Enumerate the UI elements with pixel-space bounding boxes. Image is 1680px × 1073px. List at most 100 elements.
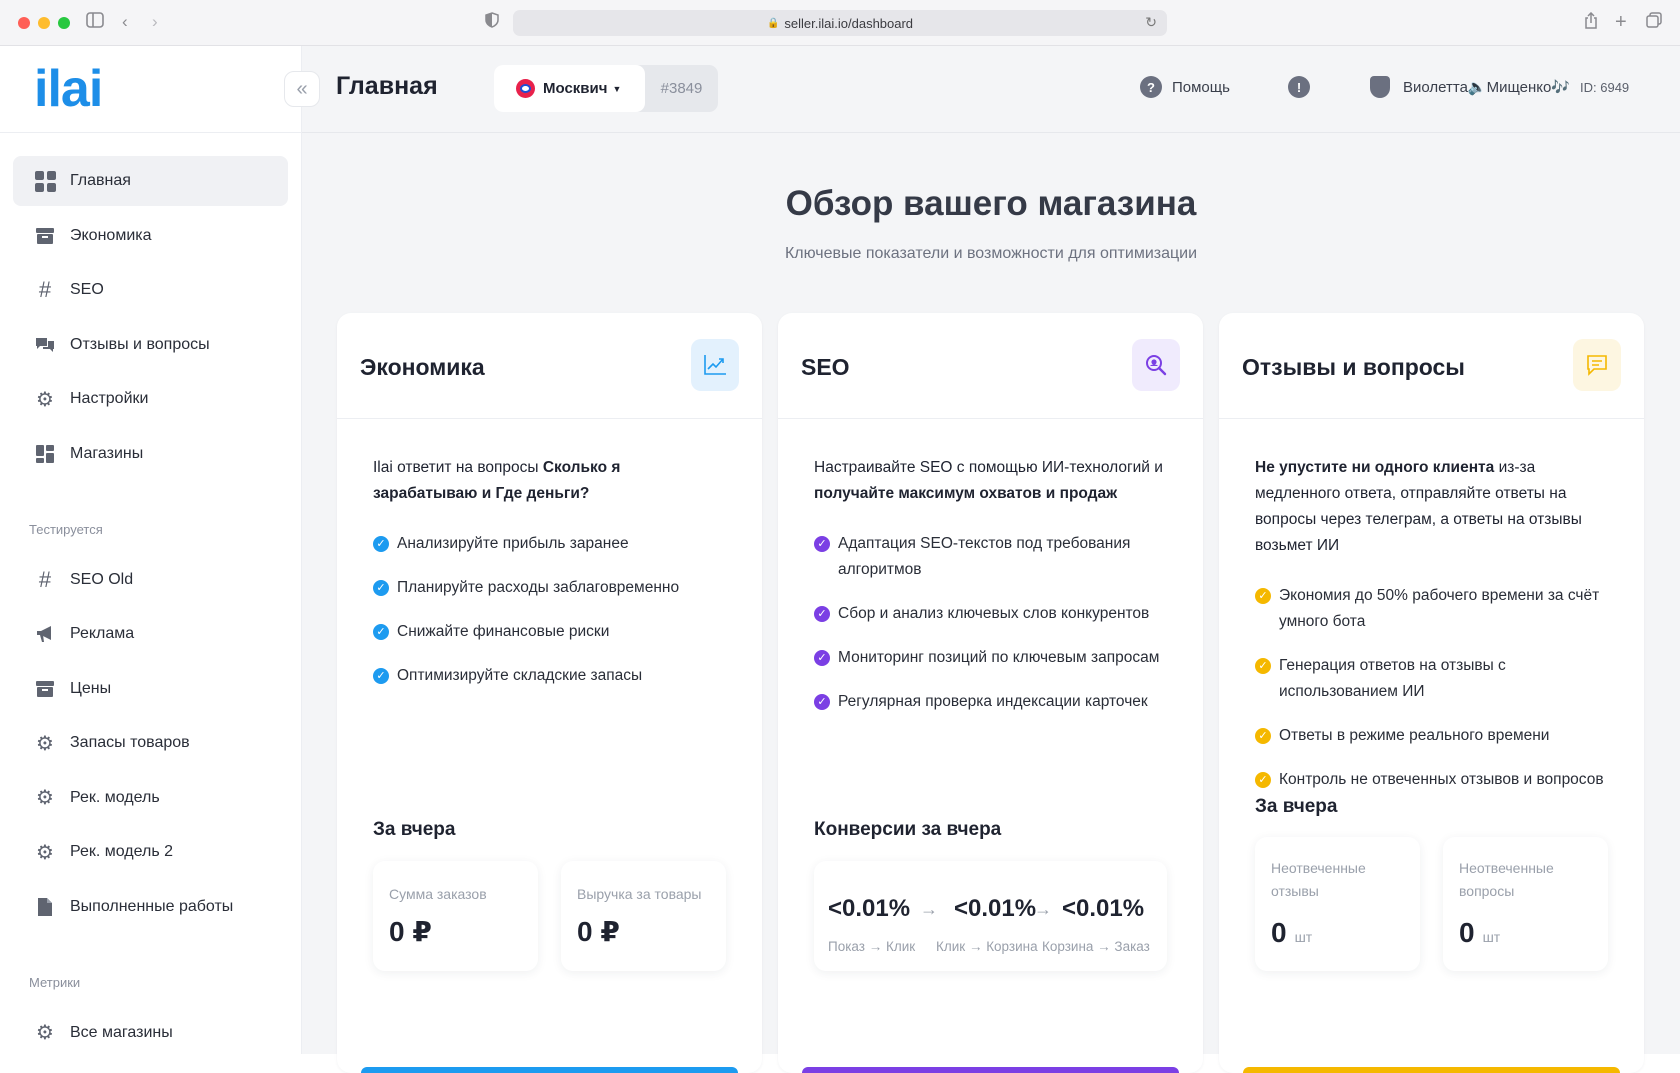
sidebar-item-rec-model[interactable]: ⚙ Рек. модель <box>13 773 288 823</box>
sidebar-toggle-icon[interactable] <box>86 12 104 33</box>
check-icon: ✓ <box>1255 772 1271 788</box>
seo-card-button[interactable] <box>802 1067 1179 1073</box>
sidebar-item-rec-model-2[interactable]: ⚙ Рек. модель 2 <box>13 827 288 877</box>
intro-text: Ilai ответит на вопросы <box>373 459 543 476</box>
chart-trend-icon[interactable] <box>691 339 739 391</box>
hash-icon: # <box>38 277 52 302</box>
sidebar-item-stock[interactable]: ⚙ Запасы товаров <box>13 718 288 768</box>
sidebar-item-stores[interactable]: Магазины <box>13 429 288 479</box>
window-controls <box>18 17 70 29</box>
minimize-window-button[interactable] <box>38 17 50 29</box>
stat-label: Выручка за товары <box>577 886 702 902</box>
gear-icon: ⚙ <box>36 388 54 411</box>
stat-value: 0 шт <box>1271 917 1312 949</box>
unanswered-reviews-stat: Неотвеченные отзывы 0 шт <box>1255 837 1420 971</box>
megaphone-icon <box>34 623 56 645</box>
sidebar-item-reviews[interactable]: Отзывы и вопросы <box>13 320 288 370</box>
document-icon <box>34 896 56 918</box>
check-icon: ✓ <box>814 694 830 710</box>
sidebar: ilai Главная Экономика # SEO Отзывы и во… <box>0 46 302 1054</box>
share-icon[interactable] <box>1584 11 1598 34</box>
section-label-testing: Тестируется <box>29 521 103 537</box>
stat-label: Сумма заказов <box>389 886 487 902</box>
stat-number: 0 <box>1271 917 1287 948</box>
logo-area: ilai <box>0 46 301 133</box>
forward-icon[interactable]: › <box>152 12 158 32</box>
collapse-sidebar-button[interactable]: « <box>284 71 320 107</box>
list-item: ✓ Адаптация SEO-текстов под требования ал… <box>814 531 1167 583</box>
message-icon[interactable] <box>1573 339 1621 391</box>
main-content: « Главная Москвич ▼ #3849 ? Помощь ! Вио… <box>284 46 1680 1073</box>
feature-text: Генерация ответов на отзывы с использова… <box>1279 657 1506 700</box>
search-icon[interactable] <box>1132 339 1180 391</box>
revenue-stat: Выручка за товары 0 ₽ <box>561 861 726 971</box>
close-window-button[interactable] <box>18 17 30 29</box>
maximize-window-button[interactable] <box>58 17 70 29</box>
sidebar-item-label: Экономика <box>70 226 152 244</box>
sidebar-item-completed-work[interactable]: Выполненные работы <box>13 882 288 932</box>
sidebar-item-ads[interactable]: Реклама <box>13 609 288 659</box>
sidebar-item-all-stores[interactable]: ⚙ Все магазины <box>13 1008 288 1058</box>
sidebar-item-label: Главная <box>70 172 131 189</box>
conversion-value: <0.01% <box>1062 895 1145 922</box>
sidebar-item-settings[interactable]: ⚙ Настройки <box>13 374 288 424</box>
help-button[interactable]: ? Помощь <box>1140 76 1230 98</box>
intro-emphasis: Не упустите ни одного клиента <box>1255 459 1495 476</box>
card-intro: Не упустите ни одного клиента из-за медл… <box>1255 455 1608 559</box>
tabs-overview-icon[interactable] <box>1646 12 1662 33</box>
list-item: ✓ Оптимизируйте складские запасы <box>373 663 726 689</box>
section-title: За вчера <box>1255 796 1338 817</box>
sidebar-item-seo-old[interactable]: # SEO Old <box>13 555 288 605</box>
sidebar-item-label: Запасы товаров <box>70 734 190 751</box>
section-title: Конверсии за вчера <box>814 819 1002 840</box>
conversion-label: Показ → Клик <box>828 939 916 954</box>
user-menu[interactable]: Виолетта🔈Мищенко🎶 ID: 6949 <box>1370 76 1629 98</box>
address-bar[interactable]: 🔒 seller.ilai.io/dashboard ↻ <box>513 10 1167 36</box>
stat-label: Неотвеченные отзывы <box>1271 860 1366 899</box>
stat-value: 0 шт <box>1459 917 1500 949</box>
top-bar: « Главная Москвич ▼ #3849 ? Помощь ! Вио… <box>284 46 1680 133</box>
sidebar-item-economics[interactable]: Экономика <box>13 211 288 261</box>
stat-value: 0 ₽ <box>389 916 432 947</box>
user-name: Виолетта🔈Мищенко🎶 <box>1403 79 1571 96</box>
url-text: seller.ilai.io/dashboard <box>784 15 914 31</box>
check-icon: ✓ <box>1255 588 1271 604</box>
list-item: ✓ Ответы в режиме реального времени <box>1255 723 1608 749</box>
check-icon: ✓ <box>814 650 830 666</box>
reviews-card-button[interactable] <box>1243 1067 1620 1073</box>
notifications-button[interactable]: ! <box>1288 76 1320 98</box>
back-icon[interactable]: ‹ <box>122 12 128 32</box>
sidebar-item-seo[interactable]: # SEO <box>13 265 288 315</box>
gear-icon: ⚙ <box>36 1022 54 1044</box>
chat-icon <box>34 334 56 356</box>
section-title: За вчера <box>373 819 456 840</box>
conversions-panel: <0.01% → <0.01% → <0.01% Показ → Клик Кл… <box>814 861 1167 971</box>
feature-text: Снижайте финансовые риски <box>397 623 610 640</box>
economics-card-button[interactable] <box>361 1067 738 1073</box>
caret-down-icon: ▼ <box>612 83 622 94</box>
feature-list: ✓ Анализируйте прибыль заранее ✓ Планируйт… <box>373 531 726 689</box>
list-item: ✓ Планируйте расходы заблаговременно <box>373 575 726 601</box>
hash-icon: # <box>38 566 52 592</box>
sidebar-item-label: Отзывы и вопросы <box>70 335 210 353</box>
privacy-shield-icon[interactable] <box>485 12 499 33</box>
sidebar-item-label: Все магазины <box>70 1023 173 1041</box>
store-switcher: Москвич ▼ #3849 <box>494 65 718 112</box>
logo[interactable]: ilai <box>34 63 103 115</box>
reload-icon[interactable]: ↻ <box>1145 14 1157 31</box>
new-tab-icon[interactable]: + <box>1615 12 1627 32</box>
card-body: Настраивайте SEO с помощью ИИ-технологий… <box>778 419 1203 1073</box>
store-dropdown[interactable]: Москвич ▼ <box>494 65 645 112</box>
stat-unit: шт <box>1482 929 1501 945</box>
check-icon: ✓ <box>373 668 389 684</box>
card-header: Экономика <box>337 313 762 419</box>
sidebar-item-home[interactable]: Главная <box>13 156 288 206</box>
sidebar-item-prices[interactable]: Цены <box>13 664 288 714</box>
arrow-right-icon: → <box>920 899 938 919</box>
overview-subtitle: Ключевые показатели и возможности для оп… <box>784 245 1198 262</box>
unanswered-questions-stat: Неотвеченные вопросы 0 шт <box>1443 837 1608 971</box>
list-item: ✓ Сбор и анализ ключевых слов конкурентов <box>814 601 1167 627</box>
archive-icon <box>34 678 56 700</box>
feature-text: Анализируйте прибыль заранее <box>397 535 629 552</box>
reviews-card: Отзывы и вопросы Не упустите ни одного к… <box>1219 313 1644 1073</box>
